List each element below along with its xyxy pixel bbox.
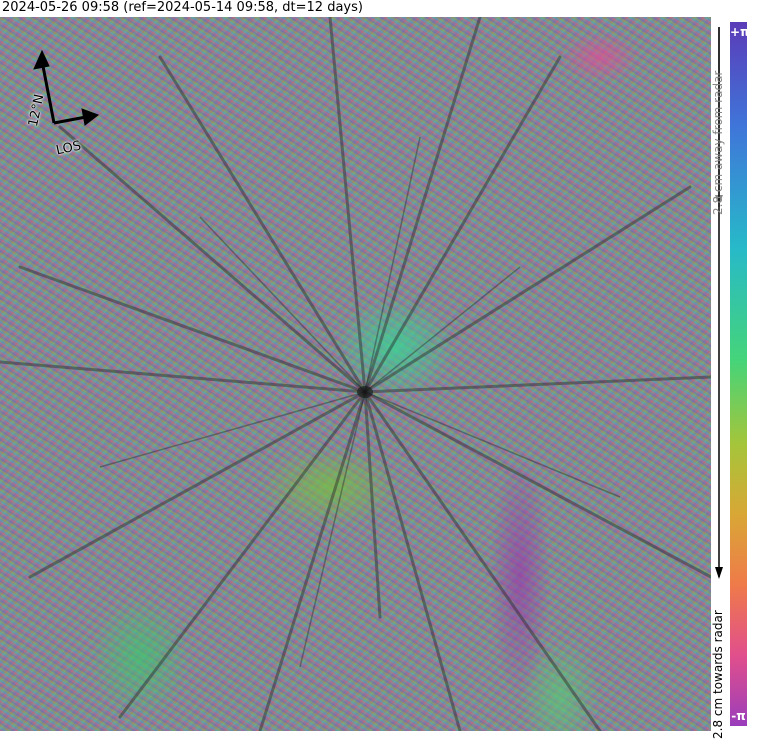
image-title: 2024-05-26 09:58 (ref=2024-05-14 09:58, … — [0, 0, 764, 17]
colorbar-gradient — [730, 22, 747, 726]
towards-radar-label: 2.8 cm towards radar — [711, 610, 725, 739]
orientation-indicator: 12°N LOS — [18, 47, 108, 158]
colorbar-min-label: -π — [731, 709, 746, 723]
away-from-radar-label: 2.8 cm away from radar — [711, 70, 725, 215]
phase-colorbar: +π -π 2.8 cm away from radar 2.8 cm towa… — [711, 17, 764, 739]
interferogram-map: 12°N LOS — [0, 17, 711, 731]
colorbar-max-label: +π — [730, 25, 750, 39]
